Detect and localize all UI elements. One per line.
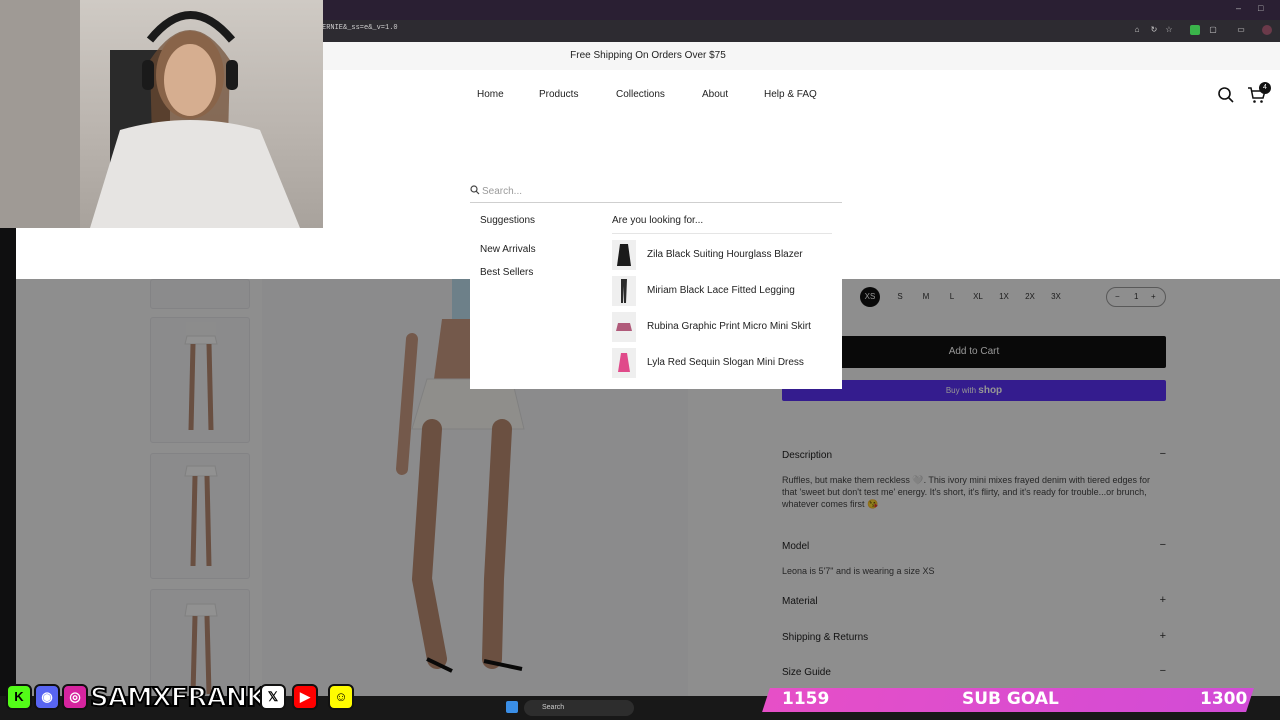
blazer-thumb-icon [612,240,636,270]
product-suggestion-name: Zila Black Suiting Hourglass Blazer [647,249,803,260]
legging-thumb-icon [612,276,636,306]
webcam-overlay [0,0,323,228]
discord-icon: ◉ [34,684,60,710]
looking-for-heading: Are you looking for... [612,215,704,226]
sub-goal-target: 1300 [1200,689,1248,709]
sub-goal-current: 1159 [782,689,830,709]
taskbar-search[interactable]: Search [524,700,634,716]
profile-avatar[interactable] [1262,25,1272,35]
kick-icon: K [6,684,32,710]
search-icon[interactable] [1217,86,1235,104]
product-suggestion-name: Lyla Red Sequin Slogan Mini Dress [647,357,804,368]
snapchat-icon: ☺ [328,684,354,710]
x-icon: 𝕏 [260,684,286,710]
maximize-button[interactable]: □ [1258,3,1263,13]
lock-icon[interactable]: ⌂ [1132,25,1142,35]
nav-products[interactable]: Products [539,89,578,100]
star-icon[interactable]: ☆ [1164,25,1174,35]
nav-about[interactable]: About [702,89,728,100]
product-suggestion[interactable]: Zila Black Suiting Hourglass Blazer [612,240,837,272]
puzzle-icon[interactable]: ▢ [1208,25,1218,35]
streamer-handle: SAMXFRANK [89,682,268,714]
extension-icon[interactable] [1190,25,1200,35]
search-input[interactable] [482,183,822,199]
search-dropdown: Suggestions New Arrivals Best Sellers Ar… [470,179,842,389]
skirt-thumb-icon [612,312,636,342]
streamer-camera-icon [0,0,300,228]
nav-help-faq[interactable]: Help & FAQ [764,89,817,100]
suggestion-best-sellers[interactable]: Best Sellers [480,267,533,278]
nav-home[interactable]: Home [477,89,504,100]
url-text[interactable]: ERNIE&_ss=e&_v=1.0 [322,24,398,32]
search-field [470,179,842,203]
youtube-icon: ▶ [292,684,318,710]
nav-collections[interactable]: Collections [616,89,665,100]
suggestions-heading: Suggestions [480,215,536,226]
search-icon [470,185,480,195]
product-suggestion[interactable]: Rubina Graphic Print Micro Mini Skirt [612,312,837,344]
product-suggestion-name: Miriam Black Lace Fitted Legging [647,285,795,296]
minimize-button[interactable]: – [1236,3,1241,13]
refresh-icon[interactable]: ↻ [1149,25,1159,35]
sub-goal-label: SUB GOAL [962,689,1059,709]
product-suggestion[interactable]: Lyla Red Sequin Slogan Mini Dress [612,348,837,380]
windows-start-icon[interactable] [506,701,518,713]
divider [612,233,832,234]
suggestion-new-arrivals[interactable]: New Arrivals [480,244,536,255]
product-suggestion[interactable]: Miriam Black Lace Fitted Legging [612,276,837,308]
product-suggestion-name: Rubina Graphic Print Micro Mini Skirt [647,321,811,332]
sidebar-icon[interactable]: ▭ [1236,25,1246,35]
dress-thumb-icon [612,348,636,378]
cart-count-badge: 4 [1259,82,1271,94]
instagram-icon: ◎ [62,684,88,710]
